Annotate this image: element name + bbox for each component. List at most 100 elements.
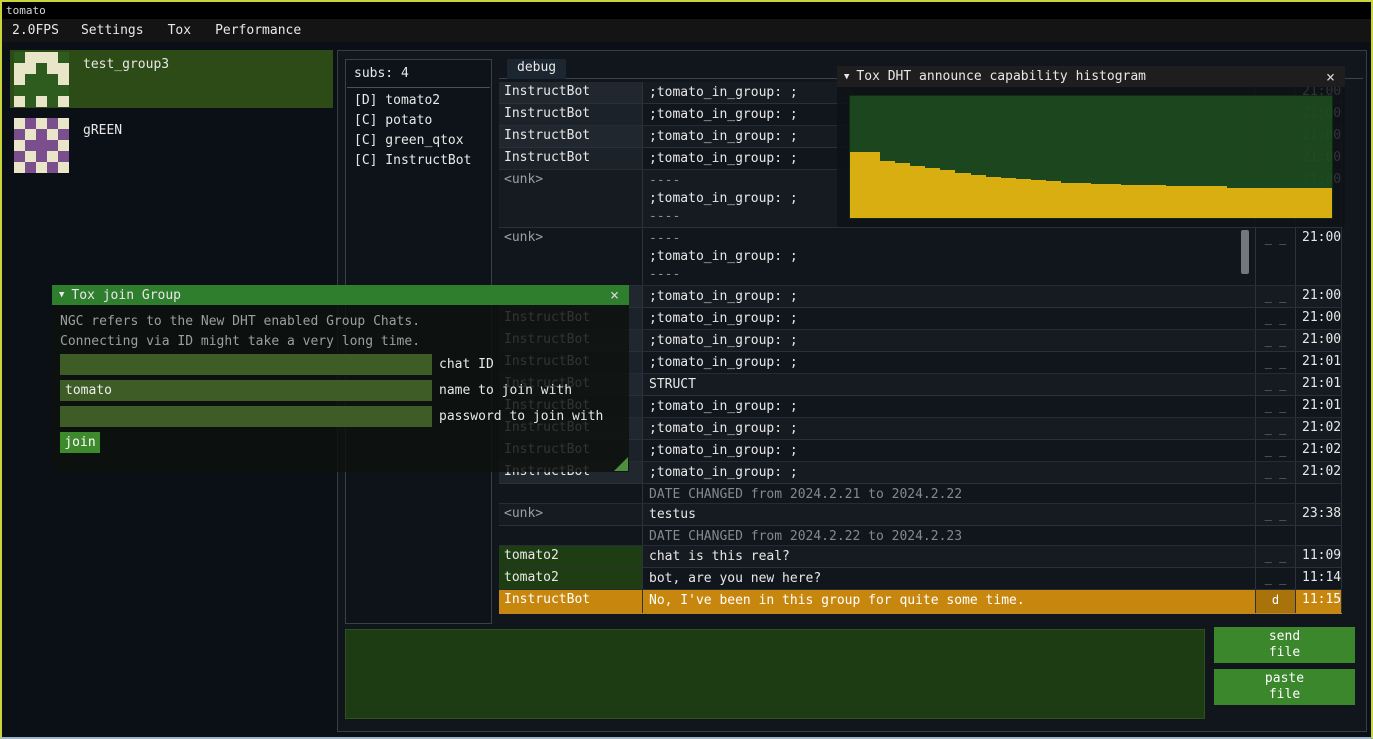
histogram-bar xyxy=(1046,181,1061,218)
join-name-label: name to join with xyxy=(439,383,572,398)
histogram-bar xyxy=(1031,180,1046,218)
message-text: ----;tomato_in_group: ;---- xyxy=(642,228,1255,285)
chat-id-input[interactable] xyxy=(60,354,432,375)
date-changed-text: DATE CHANGED from 2024.2.21 to 2024.2.22 xyxy=(642,484,1255,503)
menu-item-tox[interactable]: Tox xyxy=(156,23,203,38)
send-file-button[interactable]: send file xyxy=(1214,627,1355,663)
group-list-item-green[interactable]: gREEN xyxy=(10,116,333,174)
group-avatar xyxy=(14,118,69,173)
histogram-bar xyxy=(1181,186,1196,218)
menu-item-performance[interactable]: Performance xyxy=(203,23,313,38)
message-text: ;tomato_in_group: ; xyxy=(642,286,1255,307)
resize-grip[interactable] xyxy=(614,457,628,471)
message-time xyxy=(1296,484,1342,503)
window-title: tomato xyxy=(6,4,46,17)
histogram-bar xyxy=(895,163,910,218)
message-author: <unk> xyxy=(499,228,642,285)
histogram-bar xyxy=(940,170,955,218)
message-author: tomato2 xyxy=(499,568,642,589)
message-flags: _ _ xyxy=(1255,352,1296,373)
message-text: ;tomato_in_group: ; xyxy=(642,418,1255,439)
histogram-bar xyxy=(1257,188,1272,219)
message-time: 21:02 xyxy=(1296,440,1342,461)
group-avatar xyxy=(14,52,69,107)
join-name-input[interactable] xyxy=(60,380,432,401)
menu-item-settings[interactable]: Settings xyxy=(69,23,156,38)
message-input[interactable] xyxy=(345,629,1205,719)
app-window: tomato 2.0FPS Settings Tox Performance t… xyxy=(0,0,1373,739)
histogram-bar xyxy=(955,173,970,218)
message-flags: _ _ xyxy=(1255,568,1296,589)
histogram-bar xyxy=(1272,188,1287,219)
message-text: ;tomato_in_group: ; xyxy=(642,462,1255,483)
chat-id-label: chat ID xyxy=(439,357,494,372)
message-row[interactable]: InstructBotNo, I've been in this group f… xyxy=(499,590,1342,614)
join-password-input[interactable] xyxy=(60,406,432,427)
date-separator-row: DATE CHANGED from 2024.2.21 to 2024.2.22 xyxy=(499,484,1342,504)
message-author: InstructBot xyxy=(499,148,642,169)
member-item-instructbot[interactable]: [C] InstructBot xyxy=(346,151,491,171)
message-row[interactable]: <unk>----;tomato_in_group: ;----_ _21:00 xyxy=(499,228,1342,286)
histogram-bar xyxy=(1166,186,1181,218)
collapse-arrow-icon[interactable]: ▼ xyxy=(59,290,64,300)
close-icon[interactable]: × xyxy=(607,286,622,304)
close-icon[interactable]: × xyxy=(1323,68,1338,86)
group-list-item-test-group3[interactable]: test_group3 xyxy=(10,50,333,108)
message-time: 23:38 xyxy=(1296,504,1342,525)
fps-counter: 2.0FPS xyxy=(2,23,69,38)
message-author: <unk> xyxy=(499,170,642,227)
separator xyxy=(347,87,490,88)
message-text: No, I've been in this group for quite so… xyxy=(642,590,1255,613)
message-time: 21:01 xyxy=(1296,374,1342,395)
group-list: test_group3 gREEN xyxy=(10,50,333,182)
member-item-tomato2[interactable]: [D] tomato2 xyxy=(346,91,491,111)
histogram-bar xyxy=(1227,188,1242,219)
message-row[interactable]: tomato2chat is this real?_ _11:09 xyxy=(499,546,1342,568)
menu-bar: 2.0FPS Settings Tox Performance xyxy=(2,19,1371,42)
paste-file-button[interactable]: paste file xyxy=(1214,669,1355,705)
histogram-plot xyxy=(849,95,1333,219)
date-changed-text: DATE CHANGED from 2024.2.22 to 2024.2.23 xyxy=(642,526,1255,545)
message-flags: _ _ xyxy=(1255,546,1296,567)
message-author: tomato2 xyxy=(499,546,642,567)
histogram-bar xyxy=(1121,185,1136,218)
histogram-bar xyxy=(1136,185,1151,218)
message-time: 21:01 xyxy=(1296,396,1342,417)
group-name: test_group3 xyxy=(83,57,169,108)
chat-scrollbar[interactable] xyxy=(1241,230,1249,274)
message-author: InstructBot xyxy=(499,590,642,613)
member-item-potato[interactable]: [C] potato xyxy=(346,111,491,131)
histogram-bar xyxy=(1061,183,1076,218)
message-time: 21:02 xyxy=(1296,418,1342,439)
message-row[interactable]: <unk>testus_ _23:38 xyxy=(499,504,1342,526)
histogram-bar xyxy=(1076,183,1091,218)
join-dialog-titlebar[interactable]: ▼ Tox join Group × xyxy=(52,285,629,305)
date-separator-row: DATE CHANGED from 2024.2.22 to 2024.2.23 xyxy=(499,526,1342,546)
message-time xyxy=(1296,526,1342,545)
message-text: ;tomato_in_group: ; xyxy=(642,352,1255,373)
histogram-titlebar[interactable]: ▼ Tox DHT announce capability histogram … xyxy=(837,66,1345,87)
join-button[interactable]: join xyxy=(60,432,100,453)
tab-debug[interactable]: debug xyxy=(507,59,566,79)
member-item-green-qtox[interactable]: [C] green_qtox xyxy=(346,131,491,151)
histogram-bar xyxy=(1242,188,1257,219)
histogram-bar xyxy=(1212,186,1227,218)
message-time: 21:00 xyxy=(1296,228,1342,285)
join-group-dialog: ▼ Tox join Group × NGC refers to the New… xyxy=(52,285,629,472)
message-flags: _ _ xyxy=(1255,396,1296,417)
message-row[interactable]: tomato2bot, are you new here?_ _11:14 xyxy=(499,568,1342,590)
message-flags: _ _ xyxy=(1255,504,1296,525)
message-flags: d xyxy=(1255,590,1296,613)
message-flags: _ _ xyxy=(1255,330,1296,351)
group-name: gREEN xyxy=(83,123,122,174)
message-flags: _ _ xyxy=(1255,374,1296,395)
message-author: InstructBot xyxy=(499,82,642,103)
histogram-window: ▼ Tox DHT announce capability histogram … xyxy=(837,66,1345,227)
histogram-bar xyxy=(1302,188,1317,219)
message-author: InstructBot xyxy=(499,104,642,125)
message-text: ;tomato_in_group: ; xyxy=(642,440,1255,461)
message-time: 21:00 xyxy=(1296,308,1342,329)
histogram-bar xyxy=(1196,186,1211,218)
collapse-arrow-icon[interactable]: ▼ xyxy=(844,72,849,82)
histogram-title: Tox DHT announce capability histogram xyxy=(856,69,1323,84)
